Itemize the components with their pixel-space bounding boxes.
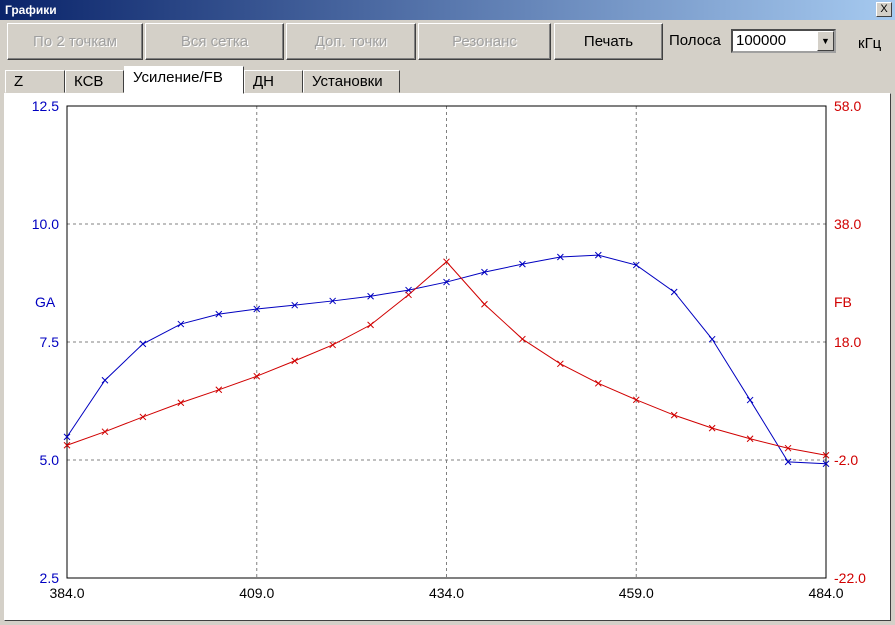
data-point-fb bbox=[329, 341, 337, 349]
y-left-tick-label: 12.5 bbox=[32, 98, 59, 114]
tab-gain-fb[interactable]: Усиление/FB bbox=[124, 66, 244, 94]
data-point-fb bbox=[556, 360, 564, 368]
data-point-fb bbox=[177, 399, 185, 407]
data-point-fb bbox=[139, 413, 147, 421]
data-point-fb bbox=[746, 435, 754, 443]
data-point-fb bbox=[101, 428, 109, 436]
data-point-ga bbox=[746, 396, 754, 404]
x-tick-label: 484.0 bbox=[808, 585, 843, 601]
y-left-tick-label: 2.5 bbox=[40, 570, 60, 586]
data-point-fb bbox=[594, 379, 602, 387]
data-point-fb bbox=[405, 291, 412, 299]
y-right-tick-label: 18.0 bbox=[834, 334, 861, 350]
y-right-tick-label: -2.0 bbox=[834, 452, 858, 468]
data-point-fb bbox=[708, 424, 716, 432]
data-point-fb bbox=[367, 321, 374, 329]
y-left-tick-label: 5.0 bbox=[40, 452, 60, 468]
y-left-tick-label: 10.0 bbox=[32, 216, 59, 232]
data-point-fb bbox=[481, 300, 488, 308]
data-point-fb bbox=[519, 335, 526, 343]
y-right-tick-label: 38.0 bbox=[834, 216, 861, 232]
y-right-tick-label: -22.0 bbox=[834, 570, 866, 586]
data-point-ga bbox=[101, 376, 109, 384]
y-right-tick-label: 58.0 bbox=[834, 98, 861, 114]
y-left-tick-label: 7.5 bbox=[40, 334, 60, 350]
data-point-ga bbox=[177, 320, 185, 328]
data-point-fb bbox=[670, 411, 678, 419]
data-point-ga bbox=[670, 288, 678, 296]
y-right-axis-label: FB bbox=[834, 294, 852, 310]
x-tick-label: 409.0 bbox=[239, 585, 274, 601]
data-point-ga bbox=[139, 340, 147, 348]
y-left-axis-label: GA bbox=[35, 294, 56, 310]
x-tick-label: 434.0 bbox=[429, 585, 464, 601]
x-tick-label: 459.0 bbox=[619, 585, 654, 601]
x-tick-label: 384.0 bbox=[49, 585, 84, 601]
data-point-fb bbox=[291, 357, 299, 365]
data-point-fb bbox=[215, 386, 223, 394]
data-point-ga bbox=[708, 335, 716, 343]
